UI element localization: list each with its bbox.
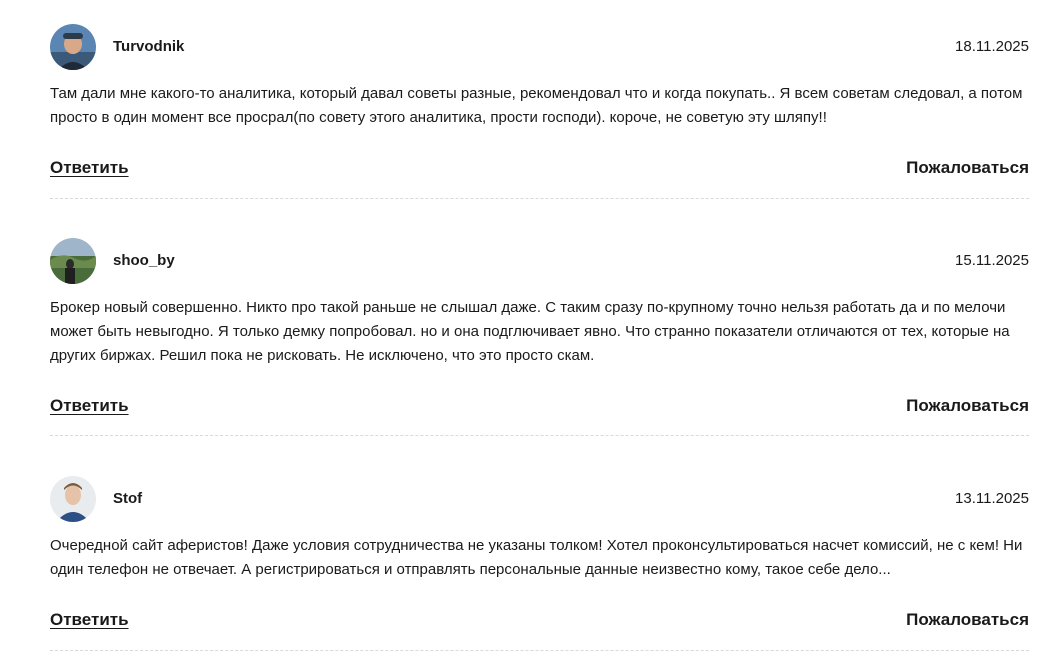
- reply-button[interactable]: Ответить: [50, 396, 129, 416]
- review-actions: Ответить Пожаловаться: [50, 610, 1029, 634]
- reply-button[interactable]: Ответить: [50, 610, 129, 630]
- review-item: Turvodnik 18.11.2025 Там дали мне какого…: [50, 0, 1029, 200]
- review-item: shoo_by 15.11.2025 Брокер новый совершен…: [50, 238, 1029, 438]
- review-text: Брокер новый совершенно. Никто про такой…: [50, 299, 1010, 364]
- review-actions: Ответить Пожаловаться: [50, 158, 1029, 182]
- review-actions: Ответить Пожаловаться: [50, 396, 1029, 420]
- review-divider: [50, 650, 1029, 651]
- review-text: Там дали мне какого-то аналитика, которы…: [50, 85, 1023, 126]
- review-header: Turvodnik 18.11.2025: [50, 24, 1029, 70]
- review-author[interactable]: shoo_by: [113, 252, 175, 269]
- complain-button[interactable]: Пожаловаться: [906, 396, 1029, 416]
- review-divider: [50, 435, 1029, 436]
- review-date: 13.11.2025: [955, 490, 1029, 507]
- review-author[interactable]: Turvodnik: [113, 38, 184, 55]
- review-date: 15.11.2025: [955, 252, 1029, 269]
- review-header: Stof 13.11.2025: [50, 476, 1029, 522]
- review-author[interactable]: Stof: [113, 490, 142, 507]
- review-header: shoo_by 15.11.2025: [50, 238, 1029, 284]
- reply-button[interactable]: Ответить: [50, 158, 129, 178]
- complain-button[interactable]: Пожаловаться: [906, 610, 1029, 630]
- review-item: Stof 13.11.2025 Очередной сайт аферистов…: [50, 476, 1029, 667]
- user-avatar[interactable]: [50, 476, 96, 522]
- review-text: Очередной сайт аферистов! Даже условия с…: [50, 537, 1023, 578]
- review-date: 18.11.2025: [955, 38, 1029, 55]
- review-divider: [50, 198, 1029, 199]
- user-avatar[interactable]: [50, 238, 96, 284]
- user-avatar[interactable]: [50, 24, 96, 70]
- complain-button[interactable]: Пожаловаться: [906, 158, 1029, 178]
